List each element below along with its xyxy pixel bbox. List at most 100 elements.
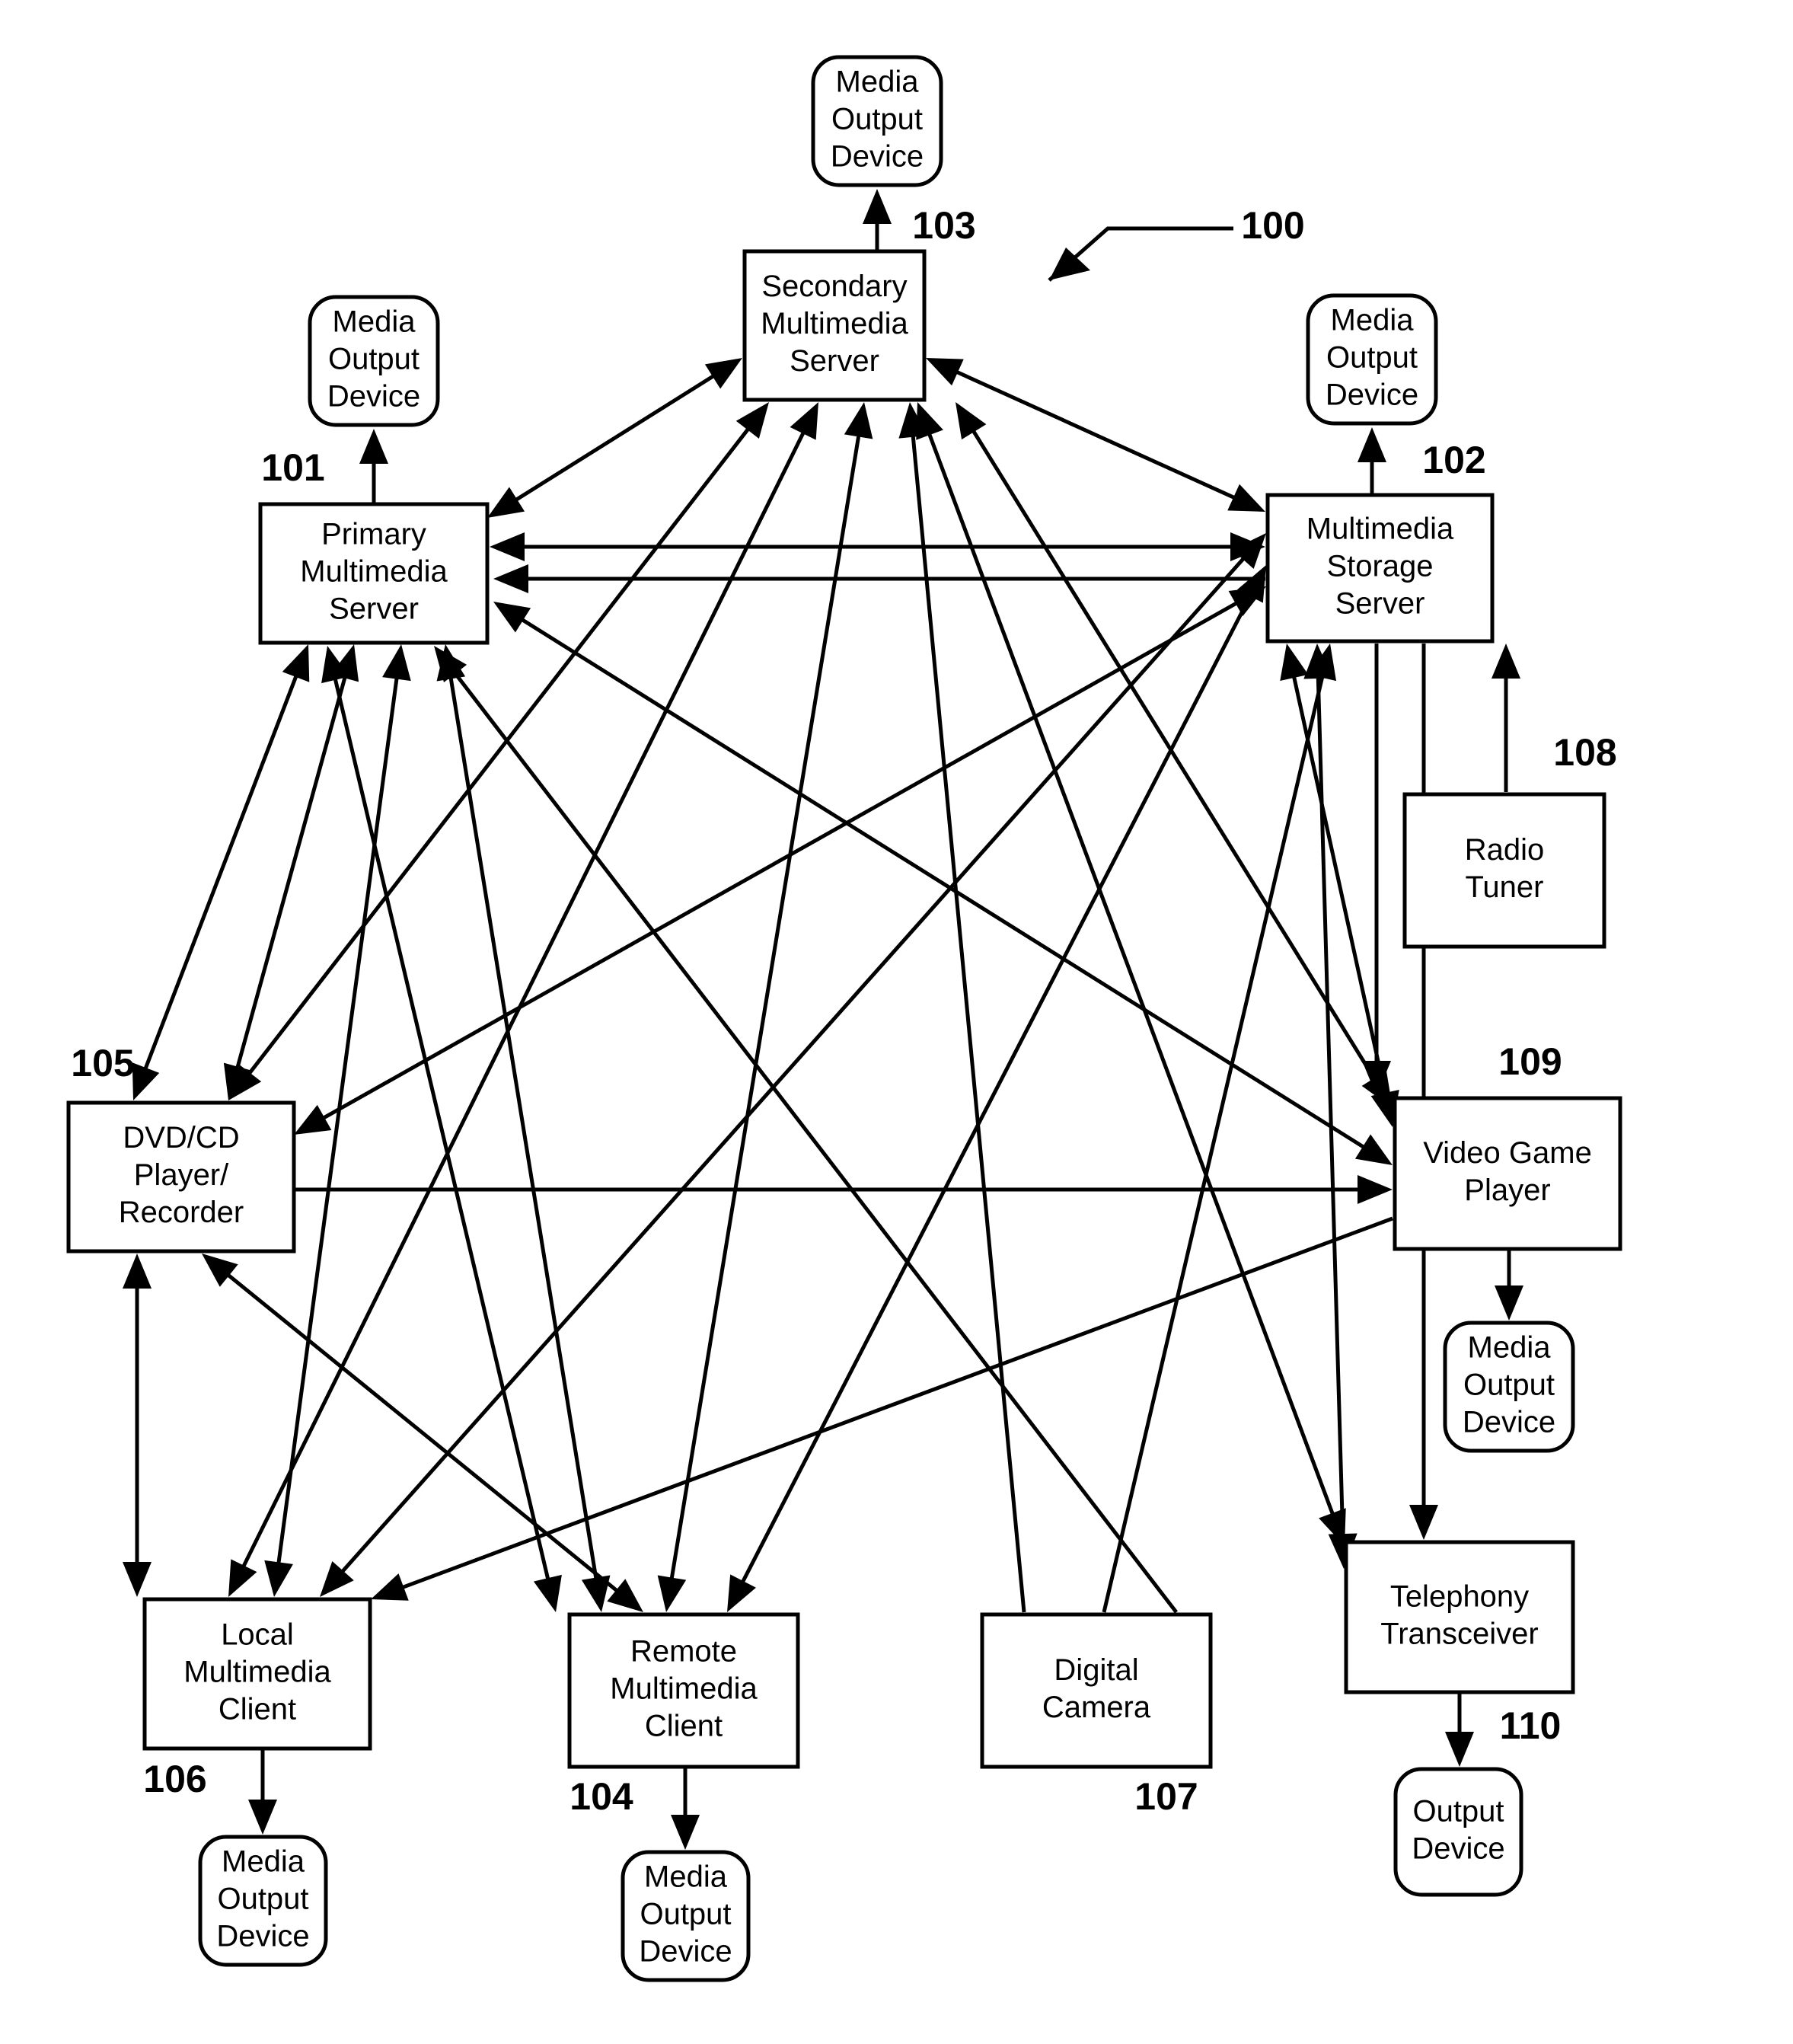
connection-line [1291,671,1389,1100]
arrowhead [248,1800,277,1835]
reference-numeral-109: 109 [1498,1040,1562,1083]
connection-line [337,553,1249,1577]
reference-numeral-105: 105 [71,1042,134,1084]
connection-line [911,430,1026,1613]
arrowhead [1354,1134,1393,1165]
arrowhead [704,358,742,389]
system-ref-label: 100 [1241,204,1304,247]
arrowhead [533,1574,562,1612]
reference-numeral-108: 108 [1553,731,1616,774]
arrowhead [735,402,769,439]
arrowhead [1409,1505,1438,1540]
connection-primary-secondary [487,358,742,518]
connection-storage-telephony [1409,644,1438,1540]
node-label-line: DVD/CD [123,1121,239,1155]
node-label-line: Client [645,1710,723,1743]
arrowhead [1280,644,1309,681]
node-mod_101: Media Output Device [308,295,440,427]
nodes-layer: MediaOutputDeviceSecondaryMultimediaServ… [66,55,1622,1982]
node-mod_106: Media Output Device [198,1835,328,1967]
node-label-line: Multimedia [183,1656,331,1689]
connection-line [516,615,1370,1152]
system-reference-pointer: 100 [1048,204,1305,282]
node-label-line: Device [1463,1406,1555,1439]
connection-camera-storage [1102,644,1337,1613]
connection-videogame-to-output [1495,1249,1523,1321]
connection-primary-dvd2 [223,644,359,1100]
connection-line [951,368,1240,502]
node-label-line: Device [1326,378,1418,412]
connection-videogame-localclient [371,1216,1393,1601]
node-mod_103: Media Output Device [811,55,943,187]
node-label-line: Output [1412,1795,1504,1828]
connection-remoteclient-to-output [671,1767,700,1850]
reference-numeral-107: 107 [1134,1775,1198,1818]
connection-radio-storage [1492,644,1520,792]
node-label-line: Digital [1054,1653,1138,1687]
node-label-line: Server [329,592,419,626]
arrowhead [607,1579,643,1612]
arrowhead [671,1815,700,1850]
node-label-line: Radio [1465,833,1545,867]
connection-storage-videogame [1362,644,1391,1096]
arrowhead [1492,644,1520,679]
node-video_game: Video Game Player 109 [1393,1040,1622,1251]
node-label-line: Media [644,1860,728,1894]
connection-line [276,672,400,1569]
node-local_client: Local Multimedia Client 106 [142,1597,372,1800]
node-label-line: Multimedia [1306,513,1454,546]
node-label-line: Camera [1042,1691,1151,1724]
node-label-line: Multimedia [610,1672,758,1706]
node-label-line: Multimedia [300,555,448,589]
connection-line [222,1270,623,1596]
arrowhead [1495,1285,1523,1321]
node-label-line: Server [1335,587,1425,621]
arrowhead [657,1575,687,1612]
node-label-line: Device [831,140,924,174]
connection-camera-primary [434,646,1178,1614]
node-radio_tuner: RadioTuner 108 [1402,731,1617,949]
node-label-line: Client [219,1693,296,1726]
node-label-line: Media [222,1845,305,1879]
reference-numeral-104: 104 [569,1775,633,1818]
connection-storage-primary-2 [493,564,1265,593]
node-mod_104: Media Output Device [621,1850,751,1982]
arrowhead [371,1573,409,1601]
node-label-line: Transceiver [1380,1618,1538,1651]
arrowhead [282,644,310,682]
arrowhead [1358,427,1386,462]
arrowhead [844,402,873,439]
arrowhead [1445,1732,1474,1767]
arrowhead [294,1104,332,1135]
node-mod_102: Media OutputDevice [1306,293,1438,426]
arrowhead [1227,484,1265,512]
connection-videogame-storage [1280,644,1399,1127]
node-label-line: Telephony [1390,1580,1529,1614]
connection-line [234,671,349,1074]
node-label-line: Tuner [1465,870,1543,904]
node-label-line: Device [216,1920,309,1953]
connection-remoteclient-storage [727,565,1266,1612]
connection-line [510,371,719,505]
connection-videogame-primary [493,602,1393,1165]
connection-primary-to-output [359,429,388,504]
node-label-line: Output [217,1883,308,1916]
node-label-line: Output [328,343,420,376]
connection-dvd-localclient [123,1254,152,1597]
arrowhead [487,487,525,518]
connection-line [142,670,300,1075]
patent-figure: Media Output Device Secondary Multimedia Serv… [0,0,1793,2044]
node-storage_server: Multimedia Storage Server 102 [1265,439,1495,644]
node-label-line: Media [1468,1331,1552,1365]
node-label-line: Device [327,380,420,414]
connection-localclient-to-output [248,1749,277,1835]
node-label-line: Primary [321,518,426,551]
arrowhead [132,1062,160,1100]
arrowhead [1358,1175,1393,1204]
connection-storage-to-output [1358,427,1386,495]
arrowhead [863,189,892,224]
arrowhead [916,402,943,440]
node-label-line: Device [1412,1832,1504,1866]
arrowhead [493,602,531,633]
reference-numeral-103: 103 [912,204,975,247]
